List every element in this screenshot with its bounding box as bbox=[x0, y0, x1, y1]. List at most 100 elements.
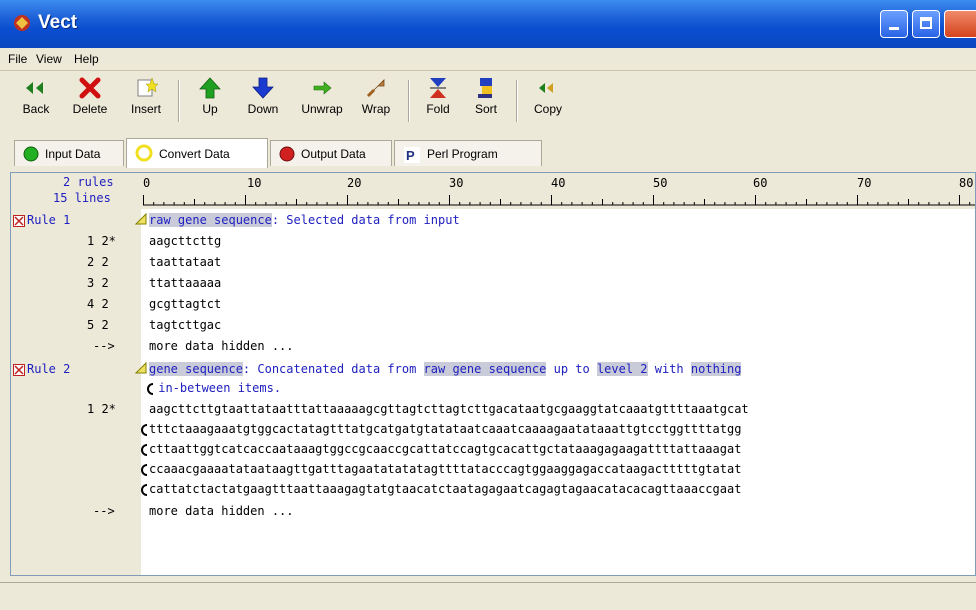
sequence-row: cttaattggtcatcaccaataaagtggccgcaaccgcatt… bbox=[149, 442, 742, 456]
up-button[interactable]: Up bbox=[190, 76, 230, 128]
ruler-number: 50 bbox=[653, 176, 668, 190]
rule-1-label: Rule 1 bbox=[27, 213, 71, 227]
perl-icon: P bbox=[404, 147, 420, 163]
tab-convert-data[interactable]: Convert Data bbox=[126, 138, 268, 168]
rule-2-description: up to bbox=[546, 362, 597, 376]
up-label: Up bbox=[202, 102, 218, 116]
ruler-number: 10 bbox=[247, 176, 262, 190]
tab-convert-data-label: Convert Data bbox=[159, 147, 230, 161]
rule-1-description: : Selected data from input bbox=[271, 213, 460, 227]
sequence-row: ttattaaaaa bbox=[149, 276, 222, 290]
yellow-circle-icon bbox=[135, 144, 153, 162]
continuation-icon bbox=[141, 444, 148, 456]
copy-label: Copy bbox=[533, 102, 562, 116]
sequence-row: cattatctactatgaagtttaattaaagagtatgtaacat… bbox=[149, 482, 742, 496]
app-icon bbox=[14, 15, 30, 31]
green-circle-icon bbox=[23, 146, 39, 162]
more-arrow: --> bbox=[93, 339, 115, 353]
fold-button[interactable]: Fold bbox=[418, 76, 458, 128]
sequence-row: taattataat bbox=[149, 255, 222, 269]
tab-output-data[interactable]: Output Data bbox=[270, 140, 392, 166]
more-arrow: --> bbox=[93, 504, 115, 518]
menu-help[interactable]: Help bbox=[74, 52, 99, 66]
wrap-icon bbox=[366, 79, 385, 98]
fold-icon bbox=[430, 78, 446, 98]
more-data-hidden[interactable]: more data hidden ... bbox=[149, 504, 294, 518]
red-circle-icon bbox=[279, 146, 295, 162]
triangle-marker-icon bbox=[135, 213, 147, 225]
tab-perl-program-label: Perl Program bbox=[427, 147, 498, 161]
down-button[interactable]: Down bbox=[240, 76, 286, 128]
sort-button[interactable]: Sort bbox=[466, 76, 506, 128]
more-data-hidden[interactable]: more data hidden ... bbox=[149, 339, 294, 353]
down-label: Down bbox=[247, 102, 279, 116]
insert-button[interactable]: Insert bbox=[124, 76, 168, 128]
row-number: 2 2 bbox=[87, 255, 109, 269]
window-title: Vect bbox=[38, 12, 78, 33]
row-number: 1 2* bbox=[87, 234, 116, 248]
ruler-ticks bbox=[143, 195, 975, 206]
fold-label: Fold bbox=[426, 102, 450, 116]
toolbar-separator bbox=[516, 80, 517, 122]
ruler-number: 0 bbox=[143, 176, 151, 190]
tab-input-data-label: Input Data bbox=[45, 147, 101, 161]
copy-icon bbox=[539, 83, 553, 93]
continuation-icon bbox=[141, 484, 148, 496]
delete-label: Delete bbox=[72, 102, 108, 116]
tab-input-data[interactable]: Input Data bbox=[14, 140, 124, 166]
rule-2-description: with bbox=[647, 362, 691, 376]
menu-file[interactable]: File bbox=[8, 52, 27, 66]
svg-text:P: P bbox=[406, 148, 415, 163]
copy-button[interactable]: Copy bbox=[528, 76, 568, 128]
row-number: 1 2* bbox=[87, 402, 116, 416]
unwrap-icon bbox=[313, 81, 332, 95]
rule-collapse-icon[interactable] bbox=[13, 215, 25, 227]
sequence-row: tagtcttgac bbox=[149, 318, 222, 332]
green-up-arrow-icon bbox=[199, 77, 221, 99]
ruler-number: 40 bbox=[551, 176, 566, 190]
title-bar[interactable]: Vect bbox=[0, 0, 976, 48]
menu-view[interactable]: View bbox=[36, 52, 62, 66]
editor-panel[interactable]: 2 rules 15 lines 0 10 20 30 40 50 60 70 … bbox=[10, 172, 976, 576]
ruler-number: 30 bbox=[449, 176, 464, 190]
toolbar: Back Delete Insert Up Down Unwrap Wrap F… bbox=[0, 72, 976, 132]
sequence-row: tttctaaagaaatgtggcactatagtttatgcatgatgta… bbox=[149, 422, 742, 436]
rule-collapse-icon[interactable] bbox=[13, 364, 25, 376]
delete-button[interactable]: Delete bbox=[66, 76, 114, 128]
rules-count: 2 rules bbox=[63, 175, 114, 189]
sort-icon bbox=[478, 78, 492, 98]
rule-2-header: gene sequence: Concatenated data from ra… bbox=[149, 362, 742, 376]
back-button[interactable]: Back bbox=[16, 76, 56, 128]
rule-2-name[interactable]: gene sequence bbox=[149, 362, 243, 376]
wrap-button[interactable]: Wrap bbox=[354, 76, 398, 128]
sort-label: Sort bbox=[474, 102, 497, 116]
sequence-row: ccaaacgaaaatataataagttgatttagaatatatatag… bbox=[149, 462, 742, 476]
ruler-number: 20 bbox=[347, 176, 362, 190]
toolbar-separator bbox=[408, 80, 409, 122]
rule-2-separator[interactable]: nothing bbox=[690, 362, 742, 376]
row-number: 3 2 bbox=[87, 276, 109, 290]
row-number: 5 2 bbox=[87, 318, 109, 332]
maximize-button[interactable] bbox=[912, 10, 940, 38]
ruler: 2 rules 15 lines 0 10 20 30 40 50 60 70 … bbox=[11, 173, 975, 209]
sequence-row: aagcttcttgtaattataatttattaaaaagcgttagtct… bbox=[149, 402, 749, 416]
close-button[interactable] bbox=[944, 10, 976, 38]
continuation-icon bbox=[141, 424, 148, 436]
sequence-row: gcgttagtct bbox=[149, 297, 222, 311]
rule-2-reference[interactable]: raw gene sequence bbox=[423, 362, 547, 376]
red-x-icon bbox=[79, 77, 101, 99]
tab-output-data-label: Output Data bbox=[301, 147, 366, 161]
sequence-row: aagcttcttg bbox=[149, 234, 222, 248]
minimize-button[interactable] bbox=[880, 10, 908, 38]
tab-perl-program[interactable]: P Perl Program bbox=[394, 140, 542, 166]
ruler-number: 60 bbox=[753, 176, 768, 190]
blue-down-arrow-icon bbox=[252, 77, 274, 99]
lines-count: 15 lines bbox=[53, 191, 111, 205]
unwrap-label: Unwrap bbox=[301, 102, 343, 116]
rule-2-level[interactable]: level 2 bbox=[596, 362, 648, 376]
unwrap-button[interactable]: Unwrap bbox=[294, 76, 350, 128]
rule-1-header: raw gene sequence: Selected data from in… bbox=[149, 213, 460, 227]
row-number: 4 2 bbox=[87, 297, 109, 311]
insert-star-icon bbox=[137, 77, 158, 97]
rule-1-name[interactable]: raw gene sequence bbox=[149, 213, 272, 227]
